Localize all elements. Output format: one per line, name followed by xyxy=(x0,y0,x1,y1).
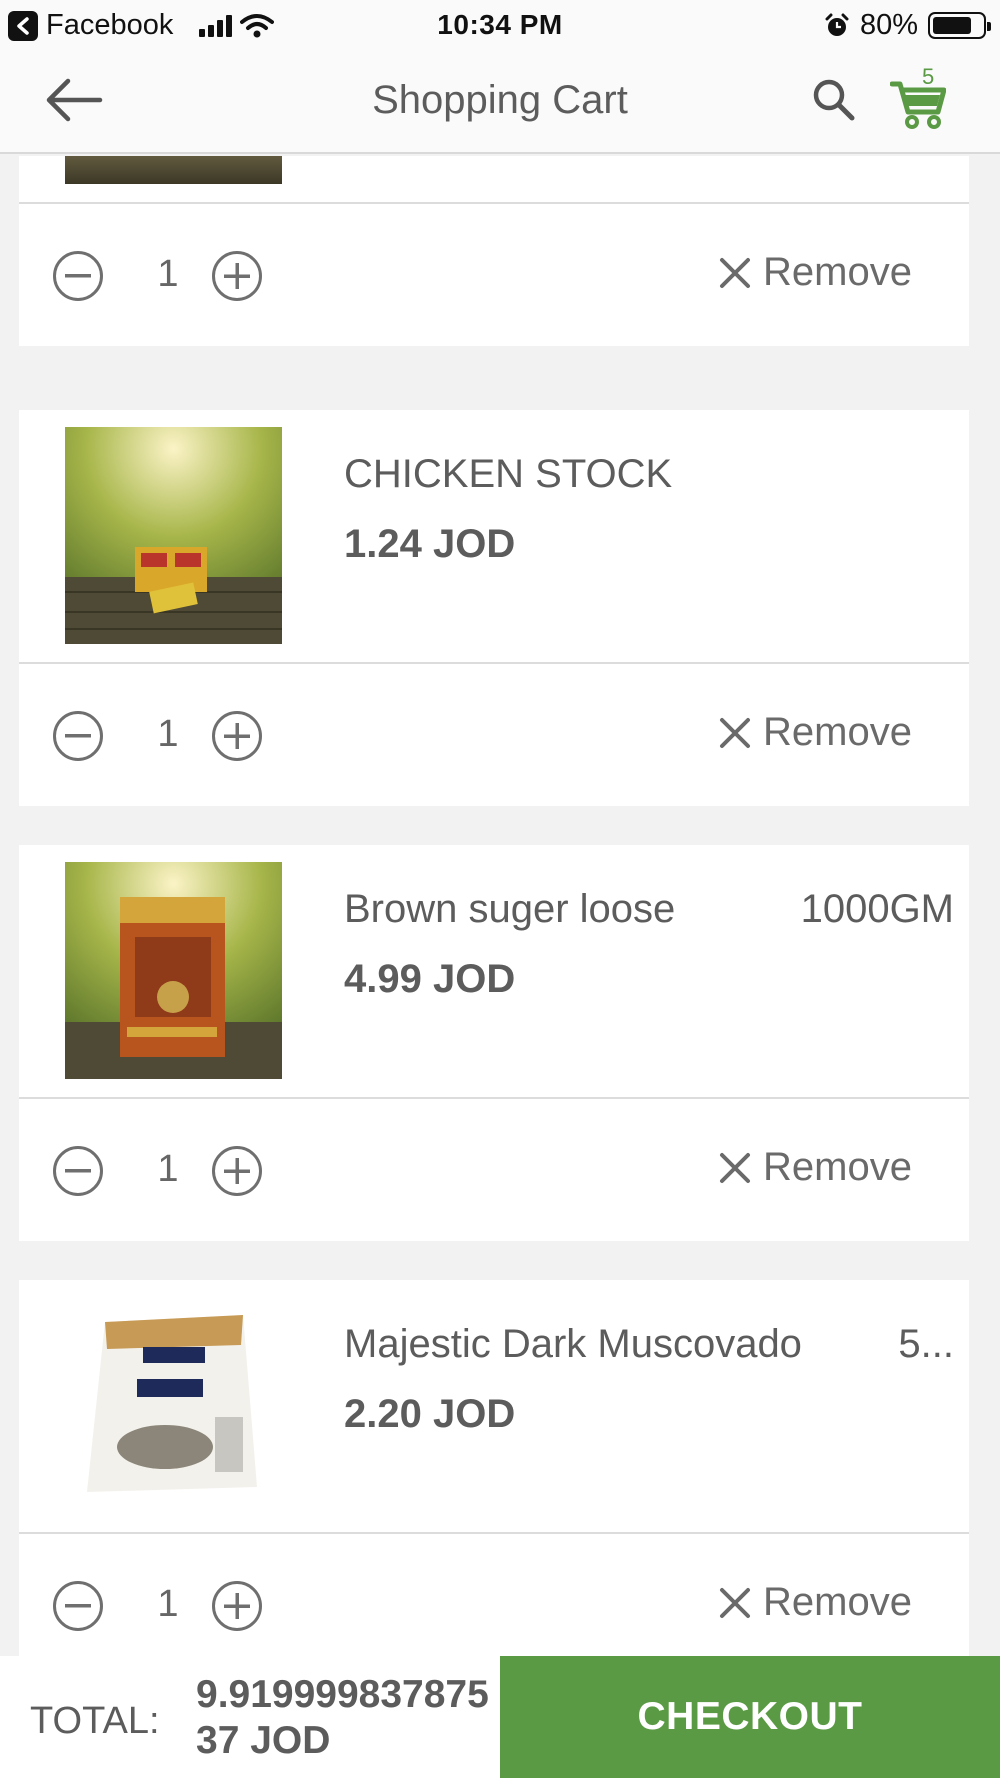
cart-item-partial: 1 Remove xyxy=(19,156,969,346)
battery-percent: 80% xyxy=(859,9,918,41)
increase-quantity-button[interactable] xyxy=(212,1581,262,1631)
product-size: 1000GM xyxy=(800,887,954,931)
remove-label: Remove xyxy=(763,250,912,294)
cart-icon[interactable] xyxy=(890,70,946,130)
decrease-quantity-button[interactable] xyxy=(53,1146,103,1196)
remove-label: Remove xyxy=(763,710,912,754)
cart-item: Majestic Dark Muscovado 5... 2.20 JOD 1 … xyxy=(19,1280,969,1656)
battery-icon xyxy=(928,12,991,39)
remove-label: Remove xyxy=(763,1580,912,1624)
search-icon[interactable] xyxy=(810,76,856,122)
status-bar: Facebook 10:34 PM 80% xyxy=(0,0,1000,50)
quantity-value: 1 xyxy=(157,1148,179,1190)
product-name: Majestic Dark Muscovado xyxy=(344,1322,802,1366)
product-name-row: CHICKEN STOCK xyxy=(344,452,954,497)
product-image xyxy=(65,862,282,1079)
product-size: 5... xyxy=(898,1322,954,1366)
remove-label: Remove xyxy=(763,1145,912,1189)
product-price: 4.99 JOD xyxy=(344,957,516,1001)
cart-count-badge: 5 xyxy=(922,64,935,89)
total-label: TOTAL: xyxy=(30,1700,160,1742)
decrease-quantity-button[interactable] xyxy=(53,711,103,761)
quantity-value: 1 xyxy=(157,253,179,295)
product-image xyxy=(65,427,282,644)
cart-item: CHICKEN STOCK 1.24 JOD 1 Remove xyxy=(19,410,969,806)
cart-list[interactable]: 1 Remove CHICKEN STOCK 1.24 JOD 1 Remove… xyxy=(0,156,1000,1656)
cart-item: Brown suger loose 1000GM 4.99 JOD 1 Remo… xyxy=(19,845,969,1241)
remove-button[interactable]: Remove xyxy=(719,710,912,755)
alarm-icon xyxy=(825,13,849,36)
decrease-quantity-button[interactable] xyxy=(53,1581,103,1631)
product-name: CHICKEN STOCK xyxy=(344,452,673,496)
close-icon xyxy=(720,1587,750,1618)
total-value: 9.91999983787537 JOD xyxy=(196,1673,489,1762)
increase-quantity-button[interactable] xyxy=(212,1146,262,1196)
battery-level xyxy=(933,17,972,34)
product-name: Brown suger loose xyxy=(344,887,676,931)
checkout-button[interactable]: CHECKOUT xyxy=(500,1656,1000,1778)
increase-quantity-button[interactable] xyxy=(212,711,262,761)
decrease-quantity-button[interactable] xyxy=(53,251,103,301)
product-image xyxy=(65,1297,282,1514)
app-header: Shopping Cart 5 xyxy=(0,50,1000,154)
product-price: 2.20 JOD xyxy=(344,1392,516,1436)
remove-button[interactable]: Remove xyxy=(719,250,912,295)
close-icon xyxy=(720,257,750,288)
checkout-bar: TOTAL: 9.91999983787537 JOD CHECKOUT xyxy=(0,1656,1000,1778)
quantity-value: 1 xyxy=(157,713,179,755)
close-icon xyxy=(720,717,750,748)
product-name-row: Majestic Dark Muscovado 5... xyxy=(344,1322,954,1367)
remove-button[interactable]: Remove xyxy=(719,1580,912,1625)
increase-quantity-button[interactable] xyxy=(212,251,262,301)
product-image xyxy=(65,156,282,184)
status-right: 80% xyxy=(824,9,991,42)
product-name-row: Brown suger loose 1000GM xyxy=(344,887,954,932)
product-price: 1.24 JOD xyxy=(344,522,516,566)
remove-button[interactable]: Remove xyxy=(719,1145,912,1190)
quantity-value: 1 xyxy=(157,1583,179,1625)
close-icon xyxy=(720,1152,750,1183)
